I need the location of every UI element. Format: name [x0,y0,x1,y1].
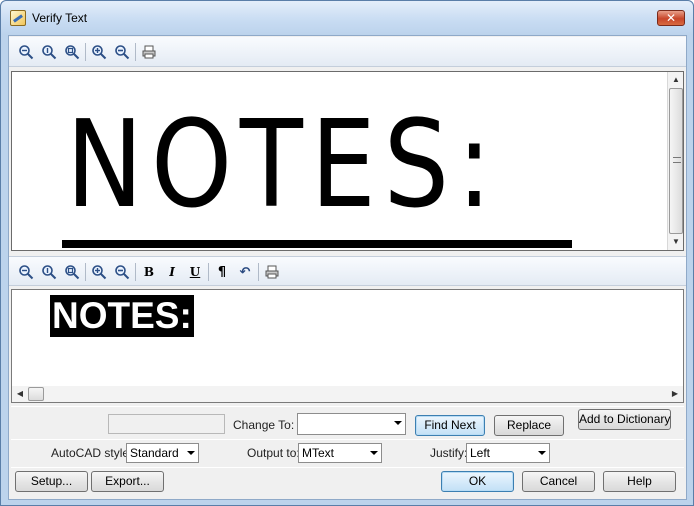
recognized-text-editor[interactable]: NOTES: ◀ ▶ [11,289,684,403]
zoom-minus-icon[interactable] [113,263,131,281]
zoom-in-icon[interactable] [90,43,108,61]
output-to-label: Output to: [247,446,300,460]
replace-button[interactable]: Replace [494,415,564,436]
change-to-label: Change To: [233,418,295,432]
zoom-out-icon[interactable] [17,43,35,61]
divider [11,406,684,407]
divider [11,467,684,468]
italic-button[interactable]: I [163,263,181,281]
setup-button[interactable]: Setup... [15,471,88,492]
export-button[interactable]: Export... [91,471,164,492]
zoom-out-icon[interactable] [17,263,35,281]
zoom-in-icon[interactable] [90,263,108,281]
scanned-image-preview[interactable]: NOTES: [11,71,684,251]
toolbar-separator [208,263,209,281]
autocad-style-label: AutoCAD style: [51,446,133,460]
dialog-body: NOTES: ▲ ▼ B I U ¶ ↶ NOTES: ◀ ▶ Change T… [8,35,687,500]
selected-text[interactable]: NOTES: [50,295,194,337]
divider [11,439,684,440]
cancel-button[interactable]: Cancel [522,471,595,492]
toolbar-separator [85,43,86,61]
close-button[interactable]: ✕ [657,10,685,26]
toolbar-separator [258,263,259,281]
undo-button[interactable]: ↶ [236,263,254,281]
zoom-fit-icon[interactable] [63,43,81,61]
scrollbar-thumb[interactable] [669,88,683,234]
zoom-actual-icon[interactable] [40,43,58,61]
chevron-down-icon[interactable] [534,444,549,462]
scroll-left-icon[interactable]: ◀ [12,386,28,402]
justify-combo[interactable]: Left [466,443,550,463]
toolbar-separator [135,43,136,61]
toolbar-separator [135,263,136,281]
preview-vertical-scrollbar[interactable]: ▲ ▼ [667,72,683,250]
autocad-style-value: Standard [130,446,179,460]
scrollbar-thumb[interactable] [28,387,44,401]
chevron-down-icon[interactable] [390,414,405,432]
output-to-combo[interactable]: MText [298,443,382,463]
zoom-fit-icon[interactable] [63,263,81,281]
underline-button[interactable]: U [186,263,204,281]
paragraph-button[interactable]: ¶ [213,263,231,281]
verify-text-window: Verify Text ✕ NOTES: ▲ ▼ B I U ¶ ↶ NOTES… [0,0,694,506]
scanned-image-underline [62,240,572,248]
bold-button[interactable]: B [140,263,158,281]
zoom-minus-icon[interactable] [113,43,131,61]
ok-button[interactable]: OK [441,471,514,492]
justify-value: Left [470,446,491,460]
scroll-up-icon[interactable]: ▲ [668,72,684,88]
find-next-button[interactable]: Find Next [415,415,485,436]
print-icon[interactable] [263,263,281,281]
toolbar-separator [85,263,86,281]
scanned-image-text: NOTES: [66,96,500,235]
app-icon [10,10,26,26]
image-toolbar [9,37,686,67]
help-button[interactable]: Help [603,471,676,492]
print-icon[interactable] [140,43,158,61]
scroll-down-icon[interactable]: ▼ [668,234,684,250]
window-title: Verify Text [32,11,88,25]
suggestion-field [108,414,225,434]
editor-horizontal-scrollbar[interactable]: ◀ ▶ [12,386,683,402]
chevron-down-icon[interactable] [183,444,198,462]
autocad-style-combo[interactable]: Standard [126,443,199,463]
scroll-right-icon[interactable]: ▶ [667,386,683,402]
chevron-down-icon[interactable] [366,444,381,462]
zoom-actual-icon[interactable] [40,263,58,281]
add-to-dictionary-button[interactable]: Add to Dictionary [578,409,671,430]
title-bar: Verify Text ✕ [1,1,693,35]
text-toolbar: B I U ¶ ↶ [9,256,686,286]
justify-label: Justify: [430,446,468,460]
output-to-value: MText [302,446,335,460]
change-to-combo[interactable] [297,413,406,435]
